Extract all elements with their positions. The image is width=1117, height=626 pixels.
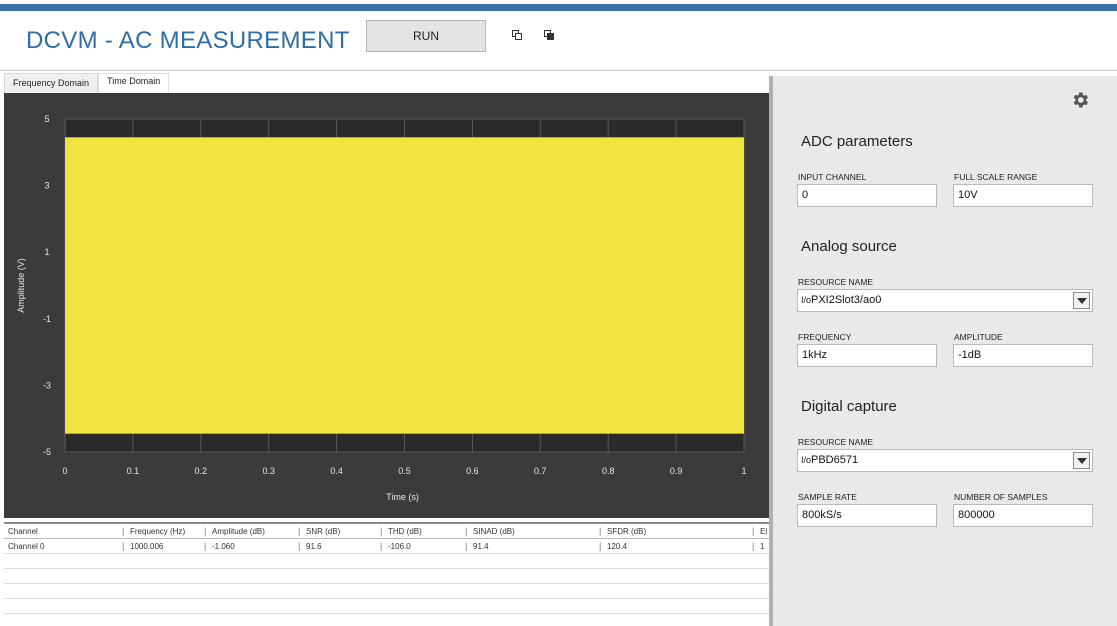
settings-panel: ADC parameters INPUT CHANNEL 0 FULL SCAL… bbox=[773, 76, 1117, 626]
analog-section-title: Analog source bbox=[801, 238, 897, 255]
y-axis-label: Amplitude (V) bbox=[16, 258, 26, 313]
sample-rate-label: SAMPLE RATE bbox=[798, 492, 857, 502]
table-header: Channel | Frequency (Hz) | Amplitude (dB) | SN… bbox=[4, 524, 769, 539]
app-title: DCVM - AC MEASUREMENT bbox=[26, 27, 350, 54]
x-tick-label: 0.1 bbox=[127, 466, 140, 476]
x-tick-label: 1 bbox=[741, 466, 746, 476]
number-of-samples-field[interactable]: 800000 bbox=[953, 504, 1093, 527]
input-channel-field[interactable]: 0 bbox=[797, 184, 937, 207]
view-tabs: Frequency Domain Time Domain bbox=[4, 73, 170, 93]
restore-window-icon[interactable] bbox=[512, 30, 524, 42]
x-tick-label: 0 bbox=[62, 466, 67, 476]
y-tick-label: 1 bbox=[44, 247, 49, 257]
column-separator: | bbox=[380, 541, 383, 551]
digital-resource-label: RESOURCE NAME bbox=[798, 437, 874, 447]
column-separator: | bbox=[380, 526, 383, 536]
amplitude-field[interactable]: -1dB bbox=[953, 344, 1093, 367]
x-tick-label: 0.3 bbox=[262, 466, 275, 476]
table-row-empty bbox=[4, 584, 769, 599]
analog-resource-value: PXI2Slot3/ao0 bbox=[811, 294, 882, 306]
gear-icon[interactable] bbox=[1070, 90, 1090, 110]
column-separator: | bbox=[204, 526, 207, 536]
table-row-empty bbox=[4, 569, 769, 584]
y-tick-label: 3 bbox=[44, 181, 49, 191]
table-row-empty bbox=[4, 599, 769, 614]
table-cell: 120.4 bbox=[607, 542, 628, 551]
frequency-label: FREQUENCY bbox=[798, 332, 852, 342]
tab-time-domain[interactable]: Time Domain bbox=[98, 73, 170, 93]
column-header[interactable]: El bbox=[760, 527, 767, 536]
x-tick-label: 0.4 bbox=[330, 466, 343, 476]
accent-strip bbox=[0, 4, 1117, 11]
analog-resource-select[interactable]: I/o PXI2Slot3/ao0 bbox=[797, 289, 1093, 312]
number-of-samples-label: NUMBER OF SAMPLES bbox=[954, 492, 1048, 502]
io-channel-icon: I/o bbox=[801, 455, 812, 465]
adc-section-title: ADC parameters bbox=[801, 133, 913, 150]
table-cell: 1 bbox=[760, 542, 765, 551]
y-tick-label: -3 bbox=[43, 380, 51, 390]
digital-section-title: Digital capture bbox=[801, 398, 897, 415]
table-cell: 91.4 bbox=[473, 542, 489, 551]
table-cell: 1000.006 bbox=[130, 542, 164, 551]
x-tick-label: 0.9 bbox=[670, 466, 683, 476]
column-separator: | bbox=[122, 526, 125, 536]
frequency-field[interactable]: 1kHz bbox=[797, 344, 937, 367]
analog-resource-label: RESOURCE NAME bbox=[798, 277, 874, 287]
column-header[interactable]: THD (dB) bbox=[388, 527, 422, 536]
full-scale-range-field[interactable]: 10V bbox=[953, 184, 1093, 207]
column-separator: | bbox=[298, 526, 301, 536]
signal-area-series-0 bbox=[65, 137, 744, 434]
column-separator: | bbox=[204, 541, 207, 551]
table-row-empty bbox=[4, 554, 769, 569]
sample-rate-field[interactable]: 800kS/s bbox=[797, 504, 937, 527]
y-tick-label: 5 bbox=[44, 114, 49, 124]
table-cell: -106.0 bbox=[388, 542, 411, 551]
table-cell: -1.060 bbox=[212, 542, 235, 551]
column-separator: | bbox=[599, 541, 602, 551]
restore-window-filled-icon[interactable] bbox=[544, 30, 556, 42]
io-channel-icon: I/o bbox=[801, 295, 812, 305]
x-tick-label: 0.5 bbox=[398, 466, 411, 476]
digital-resource-value: PBD6571 bbox=[811, 454, 859, 466]
run-button[interactable]: RUN bbox=[366, 20, 486, 52]
column-header[interactable]: Channel bbox=[8, 527, 38, 536]
column-separator: | bbox=[122, 541, 125, 551]
column-header[interactable]: SINAD (dB) bbox=[473, 527, 515, 536]
dropdown-arrow-icon[interactable] bbox=[1073, 292, 1090, 309]
table-row[interactable]: Channel 0 | 1000.006 | -1.060 | 91.6 | -106.0 | 91… bbox=[4, 539, 769, 554]
column-header[interactable]: Frequency (Hz) bbox=[130, 527, 185, 536]
time-domain-chart: 0 0.1 0.2 0.3 0.4 0.5 0.6 0.7 0.8 0.9 1 5 3 1 -1 -3 -5 Ti… bbox=[4, 93, 769, 518]
column-header[interactable]: SFDR (dB) bbox=[607, 527, 646, 536]
results-table: Channel | Frequency (Hz) | Amplitude (dB) | SN… bbox=[4, 522, 769, 622]
column-separator: | bbox=[752, 541, 755, 551]
column-separator: | bbox=[465, 541, 468, 551]
y-tick-label: -5 bbox=[43, 447, 51, 457]
title-bar bbox=[0, 0, 1117, 11]
amplitude-label: AMPLITUDE bbox=[954, 332, 1003, 342]
column-header[interactable]: Amplitude (dB) bbox=[212, 527, 265, 536]
app-window: DCVM - AC MEASUREMENT RUN Frequency Doma… bbox=[0, 0, 1117, 626]
tab-frequency-domain[interactable]: Frequency Domain bbox=[4, 73, 99, 93]
header-divider bbox=[0, 70, 1117, 71]
x-axis-label: Time (s) bbox=[386, 492, 419, 502]
chart-canvas: 0 0.1 0.2 0.3 0.4 0.5 0.6 0.7 0.8 0.9 1 5 3 1 -1 -3 -5 Ti… bbox=[16, 114, 747, 502]
column-header[interactable]: SNR (dB) bbox=[306, 527, 340, 536]
column-separator: | bbox=[298, 541, 301, 551]
x-tick-label: 0.2 bbox=[195, 466, 208, 476]
dropdown-arrow-icon[interactable] bbox=[1073, 452, 1090, 469]
input-channel-label: INPUT CHANNEL bbox=[798, 172, 867, 182]
table-cell: 91.6 bbox=[306, 542, 322, 551]
full-scale-range-label: FULL SCALE RANGE bbox=[954, 172, 1038, 182]
table-cell: Channel 0 bbox=[8, 542, 45, 551]
x-tick-label: 0.7 bbox=[534, 466, 547, 476]
digital-resource-select[interactable]: I/o PBD6571 bbox=[797, 449, 1093, 472]
column-separator: | bbox=[599, 526, 602, 536]
column-separator: | bbox=[465, 526, 468, 536]
x-tick-label: 0.8 bbox=[602, 466, 615, 476]
column-separator: | bbox=[752, 526, 755, 536]
y-tick-label: -1 bbox=[43, 314, 51, 324]
x-tick-label: 0.6 bbox=[466, 466, 479, 476]
